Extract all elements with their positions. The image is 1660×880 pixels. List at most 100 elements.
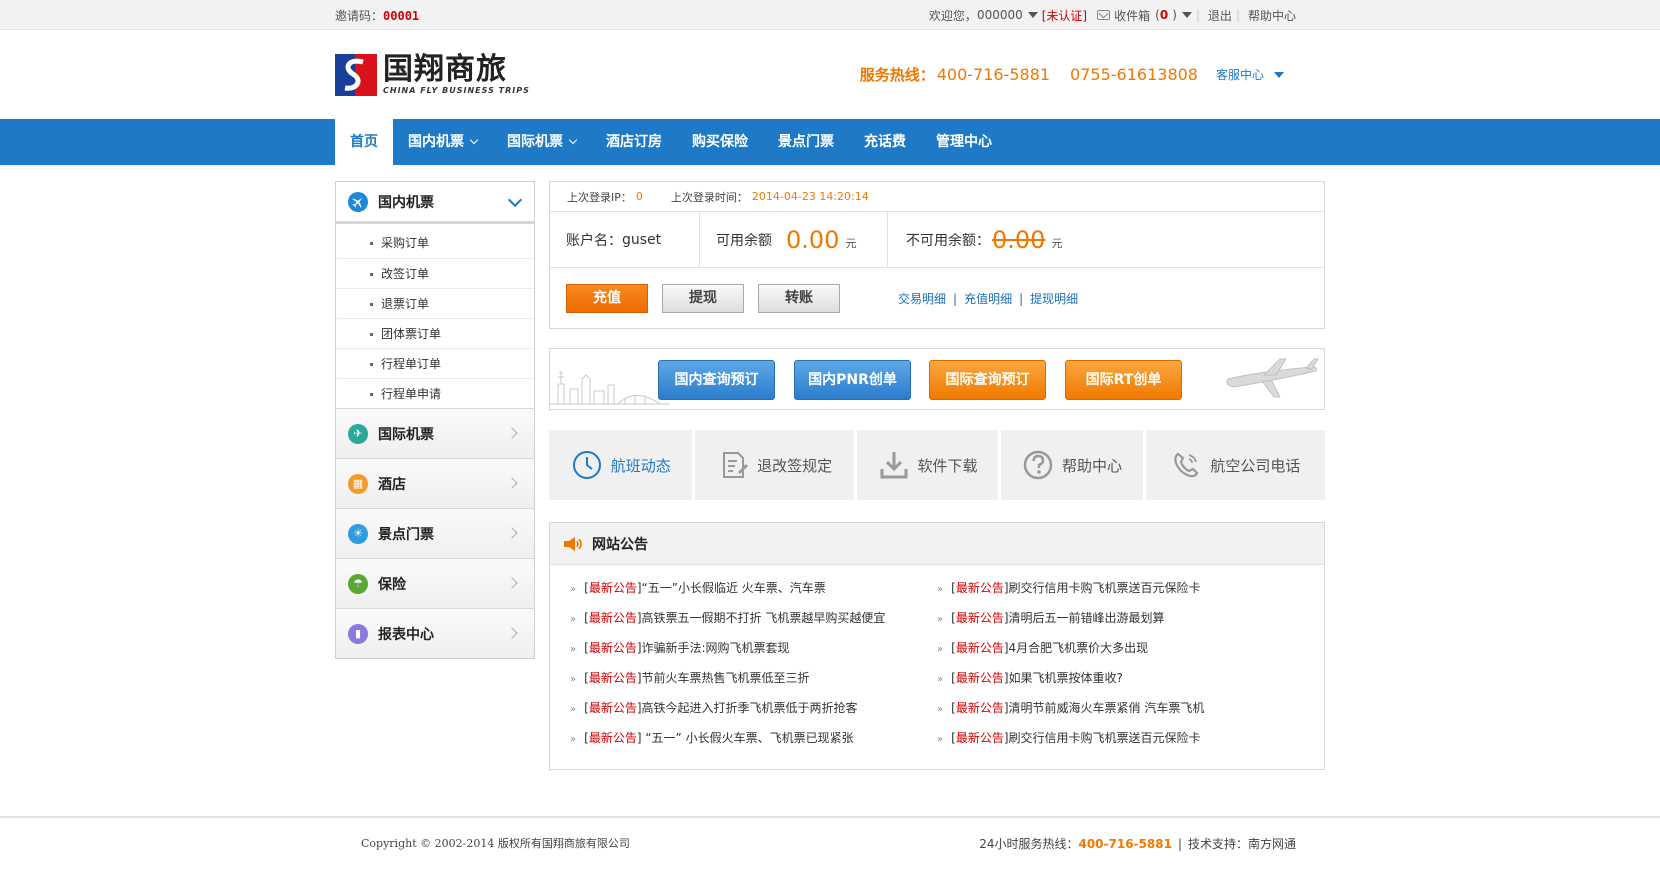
invite-label: 邀请码： xyxy=(335,8,384,23)
nav-item-5[interactable]: 景点门票 xyxy=(763,119,849,165)
withdraw-detail-link[interactable]: 提现明细 xyxy=(1030,292,1078,306)
chevron-down-icon[interactable] xyxy=(507,192,523,208)
footer-hotline-label: 24小时服务热线： xyxy=(979,836,1079,851)
caret-down-icon[interactable] xyxy=(1274,71,1284,78)
sidebar-sub-item[interactable]: 采购订单 xyxy=(337,228,534,258)
announcement-tag: 最新公告 xyxy=(588,671,637,685)
nav-item-1[interactable]: 国内机票 xyxy=(393,119,492,165)
announcement-item[interactable]: » [最新公告]4月合肥飞机票价大多出现 xyxy=(937,633,1324,663)
inbox-link[interactable]: 收件箱 xyxy=(1114,7,1150,24)
sidebar-sub-item[interactable]: 行程单申请 xyxy=(337,378,534,408)
nav-item-6[interactable]: 充话费 xyxy=(849,119,921,165)
sidebar-section-1[interactable]: ▦ 酒店 xyxy=(336,458,534,508)
sidebar-section-3[interactable]: ☂ 保险 xyxy=(336,558,534,608)
nav-item-7[interactable]: 管理中心 xyxy=(921,119,1007,165)
announcement-text: 清明节前威海火车票紧俏 汽车票飞机 xyxy=(1008,701,1205,715)
transfer-button[interactable]: 转账 xyxy=(758,283,840,313)
international-search-button[interactable]: 国际查询预订 xyxy=(929,360,1046,400)
nav-item-0[interactable]: 首页 xyxy=(335,119,393,165)
chevron-right-icon xyxy=(506,477,518,489)
sidebar-sub-item-label: 改签订单 xyxy=(381,267,430,281)
announcement-item[interactable]: » [最新公告]清明节前威海火车票紧俏 汽车票飞机 xyxy=(937,693,1324,723)
refund-rules-tool[interactable]: 退改签规定 xyxy=(695,430,854,500)
nav-item-label: 充话费 xyxy=(864,134,906,150)
announcement-item[interactable]: » [最新公告]“五一”小长假临近 火车票、汽车票 xyxy=(570,573,937,603)
recharge-detail-link[interactable]: 充值明细 xyxy=(964,292,1012,306)
logo-title: 国翔商旅 xyxy=(383,52,507,87)
sidebar-section-4[interactable]: ▮ 报表中心 xyxy=(336,608,534,658)
logout-link[interactable]: 退出 xyxy=(1208,7,1232,24)
refund-rules-label: 退改签规定 xyxy=(757,456,833,475)
help-link[interactable]: 帮助中心 xyxy=(1248,7,1296,24)
software-download-tool[interactable]: 软件下载 xyxy=(856,430,999,500)
nav-item-label: 景点门票 xyxy=(778,134,834,150)
withdraw-button[interactable]: 提现 xyxy=(662,283,744,313)
last-ip-label: 上次登录IP： xyxy=(567,190,632,204)
announcement-item[interactable]: » [最新公告]清明后五一前错峰出游最划算 xyxy=(937,603,1324,633)
last-time-value: 2014-04-23 14:20:14 xyxy=(751,190,869,203)
sidebar-sub-item[interactable]: 行程单订单 xyxy=(337,348,534,378)
tech-support-text: 技术支持：南方网通 xyxy=(1187,836,1296,851)
inbox-paren-close: ) xyxy=(1172,8,1177,22)
help-center-tool[interactable]: 帮助中心 xyxy=(1001,430,1143,500)
airline-phone-tool[interactable]: 航空公司电话 xyxy=(1145,430,1325,500)
nav-item-2[interactable]: 国际机票 xyxy=(492,119,591,165)
sidebar-sub-item[interactable]: 改签订单 xyxy=(337,258,534,288)
domestic-pnr-button[interactable]: 国内PNR创单 xyxy=(794,360,911,400)
chevron-right-icon xyxy=(506,577,518,589)
username-menu[interactable]: 000000 xyxy=(977,8,1023,22)
announcement-panel: 网站公告 » [最新公告]“五一”小长假临近 火车票、汽车票» [最新公告]高铁票五… xyxy=(549,522,1325,770)
domestic-search-button[interactable]: 国内查询预订 xyxy=(658,360,775,400)
sidebar-sub-item[interactable]: 团体票订单 xyxy=(337,318,534,348)
announcement-tag: 最新公告 xyxy=(588,581,637,595)
caret-down-icon[interactable] xyxy=(1181,12,1192,18)
service-center-link[interactable]: 客服中心 xyxy=(1216,66,1264,83)
announcement-text: 高铁今起进入打折季飞机票低于两折抢客 xyxy=(641,701,858,715)
announcement-item[interactable]: » [最新公告]节前火车票热售飞机票低至三折 xyxy=(570,663,937,693)
nav-item-3[interactable]: 酒店订房 xyxy=(591,119,677,165)
sidebar-section-0[interactable]: ✈ 国际机票 xyxy=(336,408,534,458)
hotline: 服务热线： 400-716-5881 0755-61613808 客服中心 xyxy=(860,64,1284,85)
account-name-label: 账户名： xyxy=(566,232,622,249)
document-edit-icon xyxy=(723,452,749,478)
footer: Copyright © 2002-2014 版权所有国翔商旅有限公司 24小时服… xyxy=(0,816,1660,880)
international-rt-button[interactable]: 国际RT创单 xyxy=(1065,360,1182,400)
caret-down-icon[interactable] xyxy=(1027,12,1038,18)
chevron-down-icon xyxy=(568,135,578,145)
sidebar-section-label: 国内机票 xyxy=(378,194,434,211)
double-chevron-icon: » xyxy=(570,584,577,595)
announcement-item[interactable]: » [最新公告] “五一” 小长假火车票、飞机票已现紧张 xyxy=(570,723,937,753)
announcement-text: 节前火车票热售飞机票低至三折 xyxy=(641,671,810,685)
sidebar-sub-item[interactable]: 退票订单 xyxy=(337,288,534,318)
announcement-item[interactable]: » [最新公告]刷交行信用卡购飞机票送百元保险卡 xyxy=(937,573,1324,603)
announcement-item[interactable]: » [最新公告]刷交行信用卡购飞机票送百元保险卡 xyxy=(937,723,1324,753)
nav-item-4[interactable]: 购买保险 xyxy=(677,119,763,165)
announcement-list-left: » [最新公告]“五一”小长假临近 火车票、汽车票» [最新公告]高铁票五一假期不打… xyxy=(550,573,937,753)
balance-row: 账户名： guset 可用余额 0.00 元 不可用余额： 0.00 元 xyxy=(550,212,1324,268)
divider: | xyxy=(1019,291,1024,306)
sidebar-section-label: 景点门票 xyxy=(378,526,434,543)
site-header: 国翔商旅 CHINA FLY BUSINESS TRIPS 服务热线： 400-… xyxy=(0,30,1660,119)
footer-info: 24小时服务热线：400-716-5881 | 技术支持：南方网通 xyxy=(979,835,1296,852)
double-chevron-icon: » xyxy=(937,674,944,685)
sidebar-section-domestic[interactable]: 国内机票 xyxy=(336,181,534,224)
trade-detail-link[interactable]: 交易明细 xyxy=(898,292,946,306)
unavailable-balance-cell: 不可用余额： 0.00 元 xyxy=(888,212,1324,267)
sidebar-sub-item-label: 团体票订单 xyxy=(381,327,442,341)
phone-icon xyxy=(1174,452,1199,478)
announcement-tag: 最新公告 xyxy=(588,641,637,655)
unverified-link[interactable]: [未认证] xyxy=(1042,7,1087,24)
announcement-item[interactable]: » [最新公告]如果飞机票按体重收? xyxy=(937,663,1324,693)
main-nav: 首页 国内机票 国际机票 酒店订房 购买保险 景点门票 充话费 管理中心 xyxy=(0,119,1660,165)
announcement-item[interactable]: » [最新公告]高铁今起进入打折季飞机票低于两折抢客 xyxy=(570,693,937,723)
main-area: 国内机票 采购订单改签订单退票订单团体票订单行程单订单 行程单申请 ✈ 国际机票 ▦ 酒… xyxy=(0,165,1660,811)
logo[interactable]: 国翔商旅 CHINA FLY BUSINESS TRIPS xyxy=(335,52,530,96)
copyright-year: Copyright © 2002-2014 xyxy=(361,837,495,850)
announcement-item[interactable]: » [最新公告]高铁票五一假期不打折 飞机票越早购买越便宜 xyxy=(570,603,937,633)
sidebar-section-2[interactable]: ☀ 景点门票 xyxy=(336,508,534,558)
question-icon xyxy=(1023,450,1053,480)
recharge-button[interactable]: 充值 xyxy=(566,283,648,313)
announcement-item[interactable]: » [最新公告]诈骗新手法:网购飞机票套现 xyxy=(570,633,937,663)
flight-status-tool[interactable]: 航班动态 xyxy=(549,430,693,500)
help-center-label: 帮助中心 xyxy=(1061,456,1122,475)
